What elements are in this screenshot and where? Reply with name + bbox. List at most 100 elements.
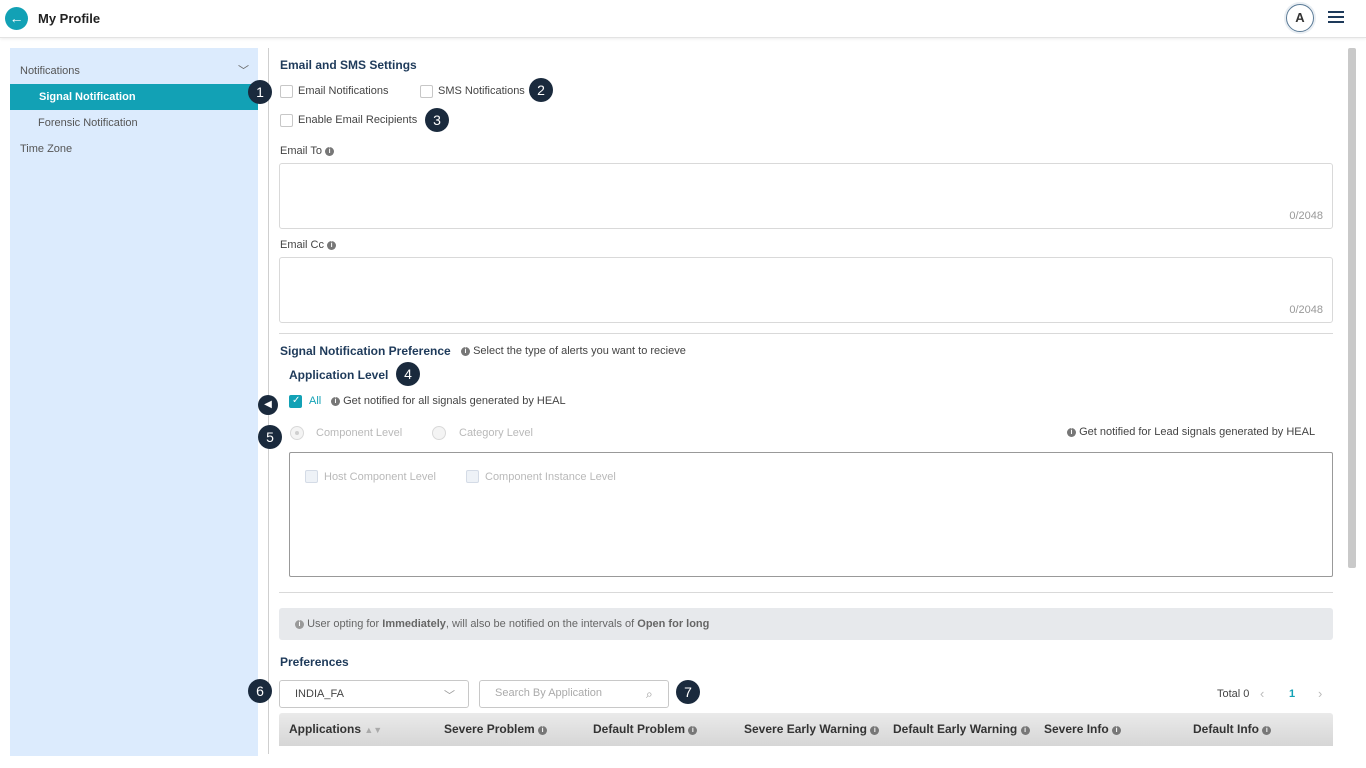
info-icon[interactable]: i — [1262, 726, 1272, 735]
chevron-down-icon: ﹀ — [444, 690, 455, 702]
info-icon: i — [295, 620, 304, 629]
sidebar-item-time-zone[interactable]: Time Zone — [20, 143, 72, 155]
total-count: Total 0 — [1217, 688, 1250, 700]
selected-application: INDIA_FA — [295, 688, 344, 700]
callout-badge-1: 1 — [248, 80, 272, 104]
info-icon[interactable]: i — [1020, 726, 1030, 735]
info-icon[interactable]: i — [1112, 726, 1122, 735]
col-applications-label: Applications — [289, 722, 362, 736]
info-icon[interactable]: i — [461, 347, 470, 356]
component-instance-label: Component Instance Level — [485, 471, 616, 483]
col-default-info: Default Info i — [1193, 722, 1272, 736]
info-icon[interactable]: i — [327, 241, 337, 250]
info-icon[interactable]: i — [331, 397, 340, 406]
email-to-counter: 0/2048 — [1289, 210, 1323, 222]
info-icon[interactable]: i — [688, 726, 698, 735]
host-component-checkbox[interactable] — [305, 470, 318, 483]
callout-badge-7: 7 — [676, 680, 700, 704]
page-title: My Profile — [38, 11, 101, 26]
section-divider — [279, 592, 1333, 593]
email-to-field[interactable]: 0/2048 — [279, 163, 1333, 229]
sms-notifications-checkbox[interactable] — [420, 85, 433, 98]
notice-bold2: Open for long — [637, 618, 710, 630]
scrollbar[interactable] — [1348, 48, 1356, 568]
signal-pref-title: Signal Notification Preference — [280, 344, 451, 358]
application-level-title: Application Level — [289, 368, 389, 382]
col-severe-early-warning-label: Severe Early Warning — [744, 722, 867, 736]
section-divider — [279, 333, 1333, 334]
chevron-down-icon[interactable]: ﹀ — [238, 62, 249, 78]
sidebar: Notifications ﹀ Signal Notification Fore… — [10, 48, 258, 756]
callout-badge-2: 2 — [529, 78, 553, 102]
col-default-problem-label: Default Problem — [593, 722, 686, 736]
col-severe-problem-label: Severe Problem — [444, 722, 535, 736]
signal-pref-hint: i Select the type of alerts you want to … — [461, 345, 686, 357]
info-icon[interactable]: i — [538, 726, 548, 735]
hamburger-menu-icon[interactable] — [1324, 8, 1348, 28]
col-default-early-warning-label: Default Early Warning — [893, 722, 1018, 736]
info-icon[interactable]: i — [1067, 428, 1076, 437]
col-severe-info-label: Severe Info — [1044, 722, 1109, 736]
email-notifications-checkbox[interactable] — [280, 85, 293, 98]
sort-icon[interactable]: ▲▼ — [364, 725, 382, 735]
sidebar-item-signal-notification[interactable]: Signal Notification — [10, 84, 258, 110]
col-severe-info: Severe Info i — [1044, 722, 1122, 736]
avatar[interactable]: A — [1286, 4, 1314, 32]
table-header: Applications ▲▼ Severe Problem i Default… — [279, 713, 1333, 746]
col-applications[interactable]: Applications ▲▼ — [289, 722, 382, 736]
notice-text: i User opting for Immediately, will also… — [295, 618, 709, 630]
search-icon[interactable]: ⌕ — [646, 687, 653, 702]
sms-notifications-label: SMS Notifications — [438, 85, 525, 97]
sidebar-section-notifications[interactable]: Notifications — [20, 65, 80, 77]
search-box[interactable]: ⌕ — [479, 680, 669, 708]
all-label: All — [309, 395, 322, 407]
component-instance-checkbox[interactable] — [466, 470, 479, 483]
notice-part1: User opting for — [307, 618, 380, 630]
info-icon[interactable]: i — [870, 726, 880, 735]
lead-hint: i Get notified for Lead signals generate… — [1067, 426, 1315, 438]
all-checkbox[interactable] — [289, 395, 302, 408]
col-default-problem: Default Problem i — [593, 722, 698, 736]
component-level-label: Component Level — [316, 427, 403, 439]
host-component-label: Host Component Level — [324, 471, 436, 483]
info-icon[interactable]: i — [325, 147, 335, 156]
notice-part2: , will also be notified on the intervals… — [445, 618, 635, 630]
col-default-info-label: Default Info — [1193, 722, 1259, 736]
email-cc-label: Email Cc i — [280, 239, 337, 251]
category-level-label: Category Level — [459, 427, 533, 439]
email-sms-title: Email and SMS Settings — [280, 58, 417, 72]
signal-pref-hint-text: Select the type of alerts you want to re… — [473, 345, 686, 357]
notice-banner: i User opting for Immediately, will also… — [279, 608, 1333, 640]
level-options-box: Host Component Level Component Instance … — [289, 452, 1333, 577]
email-cc-field[interactable]: 0/2048 — [279, 257, 1333, 323]
callout-badge-6: 6 — [248, 679, 272, 703]
enable-email-recipients-label: Enable Email Recipients — [298, 114, 418, 126]
sidebar-item-forensic-notification[interactable]: Forensic Notification — [38, 117, 138, 129]
back-arrow-icon[interactable]: ← — [5, 7, 28, 30]
col-default-early-warning: Default Early Warning i — [893, 722, 1030, 736]
all-hint-text: Get notified for all signals generated b… — [343, 395, 566, 407]
col-severe-early-warning: Severe Early Warning i — [744, 722, 880, 736]
enable-email-recipients-checkbox[interactable] — [280, 114, 293, 127]
application-select[interactable]: INDIA_FA ﹀ — [279, 680, 469, 708]
search-input[interactable] — [495, 687, 635, 699]
all-hint: i Get notified for all signals generated… — [331, 395, 566, 407]
top-bar: ← My Profile A — [0, 0, 1366, 38]
lead-hint-text: Get notified for Lead signals generated … — [1079, 426, 1316, 438]
email-cc-label-text: Email Cc — [280, 239, 325, 251]
category-level-radio[interactable] — [432, 426, 446, 440]
callout-badge-4: 4 — [396, 362, 420, 386]
col-severe-problem: Severe Problem i — [444, 722, 548, 736]
play-left-icon: ◀ — [258, 395, 278, 415]
email-to-label: Email To i — [280, 145, 335, 157]
component-level-radio[interactable] — [290, 426, 304, 440]
prev-page-icon[interactable]: ‹ — [1260, 686, 1264, 701]
notice-bold1: Immediately — [382, 618, 446, 630]
email-to-label-text: Email To — [280, 145, 322, 157]
callout-badge-5: 5 — [258, 425, 282, 449]
preferences-title: Preferences — [280, 655, 349, 669]
email-cc-counter: 0/2048 — [1289, 304, 1323, 316]
callout-badge-3: 3 — [425, 108, 449, 132]
current-page[interactable]: 1 — [1289, 688, 1295, 700]
next-page-icon[interactable]: › — [1318, 686, 1322, 701]
